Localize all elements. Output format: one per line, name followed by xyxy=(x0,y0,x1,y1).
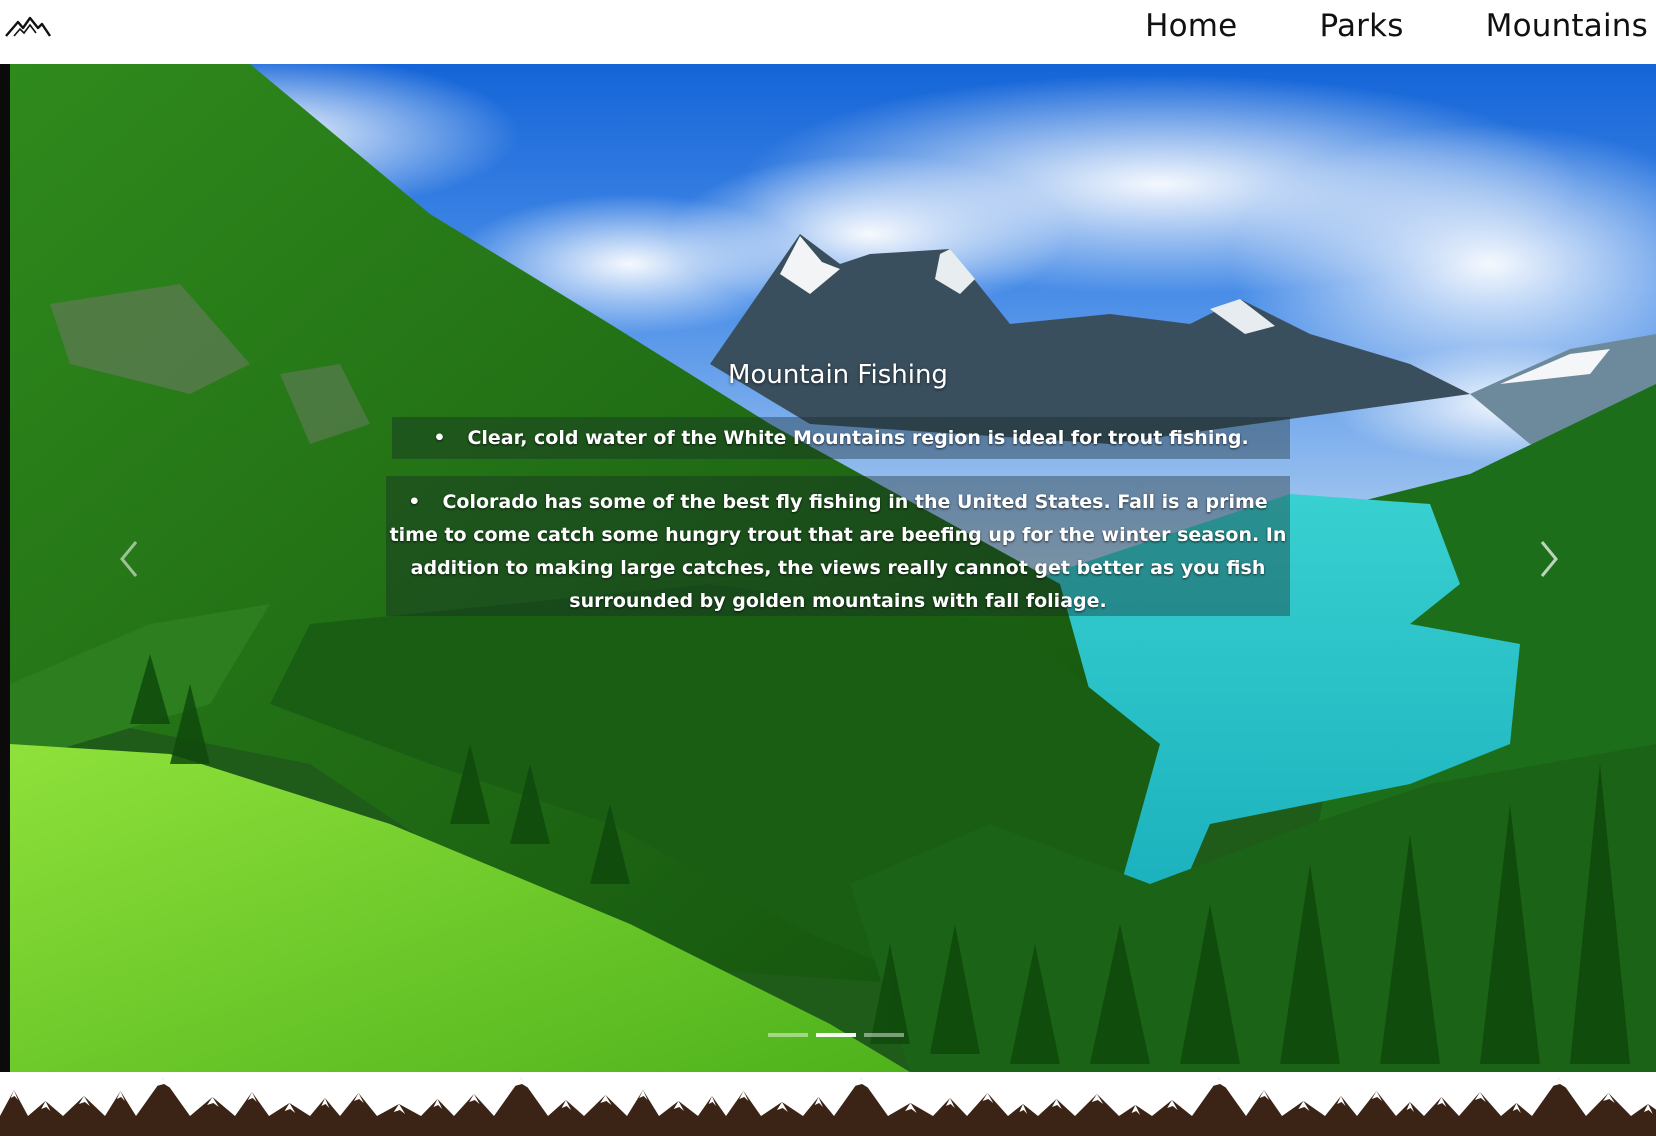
mountain-range-border xyxy=(0,1072,1656,1136)
chevron-left-icon[interactable] xyxy=(110,534,150,584)
slide-bullet-1-text: Clear, cold water of the White Mountains… xyxy=(467,427,1249,449)
carousel-indicator-2[interactable] xyxy=(816,1033,856,1037)
nav-link-parks[interactable]: Parks xyxy=(1319,8,1403,44)
nav-link-mountains[interactable]: Mountains xyxy=(1486,8,1648,44)
mountain-logo-icon[interactable] xyxy=(4,14,52,38)
slide-bullet-2: • Colorado has some of the best fly fishi… xyxy=(388,486,1288,618)
nav-links: Home Parks Mountains xyxy=(1063,0,1648,52)
carousel-indicators xyxy=(768,1033,904,1037)
slide-title: Mountain Fishing xyxy=(728,360,948,390)
hero-carousel: Mountain Fishing • Clear, cold water of t… xyxy=(0,64,1656,1072)
left-edge-bar xyxy=(0,64,10,1072)
slide-bullet-2-text: Colorado has some of the best fly fishin… xyxy=(389,491,1287,612)
bullet-dot: • xyxy=(408,491,421,513)
nav-link-home[interactable]: Home xyxy=(1145,8,1237,44)
carousel-indicator-1[interactable] xyxy=(768,1033,808,1037)
bullet-dot: • xyxy=(433,427,446,449)
navbar: Home Parks Mountains xyxy=(0,0,1656,64)
chevron-right-icon[interactable] xyxy=(1528,534,1568,584)
slide-bullet-1: • Clear, cold water of the White Mountain… xyxy=(392,422,1290,455)
carousel-indicator-3[interactable] xyxy=(864,1033,904,1037)
